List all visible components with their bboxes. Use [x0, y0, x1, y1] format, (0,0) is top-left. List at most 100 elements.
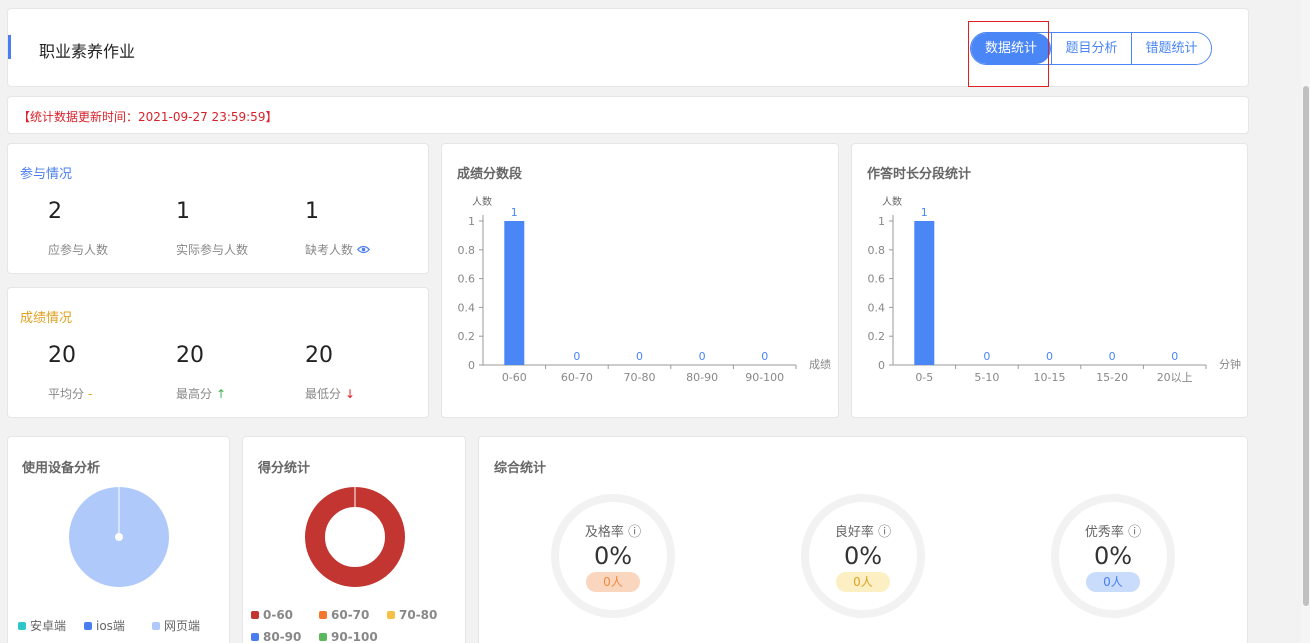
y-axis-title: 人数 [882, 195, 902, 208]
tab-wrong-questions[interactable]: 错题统计 [1131, 33, 1211, 64]
y-tick-label: 0.6 [868, 273, 886, 286]
legend-label: 80-90 [263, 630, 302, 643]
expected-label: 应参与人数 [48, 243, 109, 257]
bar-value-label: 1 [921, 206, 928, 219]
device-pie-chart [69, 487, 169, 587]
excellent-count-badge: 0人 [1086, 572, 1140, 592]
tab-question-analysis[interactable]: 题目分析 [1051, 33, 1131, 64]
highest-score: 20 [176, 343, 204, 368]
legend-0-60[interactable]: 0-60 [251, 608, 293, 622]
good-rate-label-wrap: 良好率 ⓘ [798, 521, 928, 540]
legend-swatch [152, 622, 160, 630]
legend-swatch [319, 633, 327, 641]
x-tick-label: 90-100 [745, 371, 784, 384]
legend-80-90[interactable]: 80-90 [251, 630, 301, 643]
update-notice: 【统计数据更新时间：2021-09-27 23:59:59】 [7, 96, 1249, 134]
pass-rate-value: 0% [593, 542, 633, 570]
y-tick-label: 0.2 [868, 330, 886, 343]
absent-label: 缺考人数 [305, 243, 354, 257]
absent-count: 1 [305, 199, 319, 224]
legend-label: ios端 [96, 619, 125, 633]
y-tick-label: 0.8 [868, 244, 886, 257]
lowest-score: 20 [305, 343, 333, 368]
score-range-card: 成绩分数段 人数 0 0.2 0.4 0.6 0.8 1 1 0-60 0 60-70 0 70-80 0… [441, 143, 839, 418]
legend-swatch [251, 633, 259, 641]
device-title: 使用设备分析 [22, 461, 101, 476]
legend-90-100[interactable]: 90-100 [319, 630, 378, 643]
page-title: 职业素养作业 [39, 42, 136, 61]
scrollbar-thumb[interactable] [1303, 86, 1309, 606]
bar-value-label: 0 [636, 350, 643, 363]
excellent-rate-label-wrap: 优秀率 ⓘ [1048, 521, 1178, 540]
score-range-chart: 人数 0 0.2 0.4 0.6 0.8 1 1 0-60 0 60-70 0 70-80 0 80-90 0… [458, 195, 832, 384]
y-tick-label: 1 [468, 215, 475, 228]
bar-value-label: 0 [983, 350, 990, 363]
x-tick-label: 20以上 [1157, 371, 1193, 384]
pass-rate-label-wrap: 及格率 ⓘ [548, 521, 678, 540]
highest-label: 最高分 [176, 387, 213, 401]
legend-label: 安卓端 [30, 619, 67, 633]
pass-rate-ring: 及格率 ⓘ 0% 0人 [548, 491, 678, 621]
pass-rate-label: 及格率 [584, 525, 624, 540]
bar-value-label: 0 [761, 350, 768, 363]
header-card: 职业素养作业 数据统计 题目分析 错题统计 [7, 8, 1249, 87]
expected-count: 2 [48, 199, 62, 224]
good-count-badge: 0人 [836, 572, 890, 592]
x-tick-label: 60-70 [561, 371, 593, 384]
eye-icon[interactable] [356, 243, 371, 257]
bar-0-60 [504, 221, 525, 365]
y-tick-label: 0.4 [868, 301, 886, 314]
x-axis-title: 成绩 [809, 358, 831, 371]
title-accent-bar [8, 35, 11, 59]
dash-icon: - [88, 387, 93, 401]
arrow-up-icon: ↑ [216, 387, 227, 401]
y-tick-label: 0.8 [458, 244, 476, 257]
lowest-label: 最低分 [305, 387, 342, 401]
participation-card: 参与情况 2 应参与人数 1 实际参与人数 1 缺考人数 [7, 143, 429, 274]
legend-swatch [18, 622, 26, 630]
x-tick-label: 70-80 [624, 371, 656, 384]
y-tick-label: 0.4 [458, 301, 476, 314]
duration-title: 作答时长分段统计 [867, 167, 972, 182]
bar-value-label: 0 [1171, 350, 1178, 363]
x-tick-label: 10-15 [1034, 371, 1066, 384]
info-icon[interactable]: ⓘ [628, 525, 641, 540]
actual-count: 1 [176, 199, 190, 224]
legend-android[interactable]: 安卓端 [18, 617, 66, 634]
donut-slice-0-60[interactable] [305, 487, 405, 587]
legend-swatch [387, 611, 395, 619]
summary-card: 综合统计 及格率 ⓘ 0% 0人 良好率 ⓘ 0% 0人 优秀率 ⓘ 0% 0人 [478, 436, 1248, 643]
absent-label-wrap: 缺考人数 [305, 241, 371, 258]
bar-0-5 [914, 221, 935, 365]
scores-card: 成绩情况 20 平均分 - 20 最高分 ↑ 20 最低分 ↓ [7, 287, 429, 418]
info-icon[interactable]: ⓘ [878, 525, 891, 540]
x-tick-label: 5-10 [974, 371, 999, 384]
y-tick-label: 0 [878, 359, 885, 372]
legend-web[interactable]: 网页端 [152, 617, 200, 634]
lowest-label-wrap: 最低分 ↓ [305, 385, 355, 402]
legend-label: 网页端 [164, 619, 201, 633]
score-stats-title: 得分统计 [258, 461, 311, 476]
legend-swatch [251, 611, 259, 619]
good-rate-ring: 良好率 ⓘ 0% 0人 [798, 491, 928, 621]
view-tabs: 数据统计 题目分析 错题统计 [970, 32, 1212, 65]
x-tick-label: 15-20 [1096, 371, 1128, 384]
legend-60-70[interactable]: 60-70 [319, 608, 369, 622]
y-tick-label: 0 [468, 359, 475, 372]
bar-value-label: 0 [1109, 350, 1116, 363]
y-tick-label: 0.2 [458, 330, 476, 343]
tab-data-stats[interactable]: 数据统计 [971, 33, 1051, 64]
legend-label: 70-80 [399, 608, 438, 622]
bar-value-label: 0 [573, 350, 580, 363]
excellent-rate-label: 优秀率 [1084, 525, 1124, 540]
participation-title: 参与情况 [20, 167, 73, 182]
x-tick-label: 0-60 [502, 371, 527, 384]
y-axis-title: 人数 [472, 195, 492, 208]
update-time-text: 【统计数据更新时间：2021-09-27 23:59:59】 [18, 110, 278, 124]
info-icon[interactable]: ⓘ [1128, 525, 1141, 540]
legend-ios[interactable]: ios端 [84, 617, 125, 634]
page-scrollbar[interactable] [1301, 0, 1310, 643]
pass-count-badge: 0人 [586, 572, 640, 592]
x-axis-title: 分钟 [1219, 357, 1241, 371]
legend-70-80[interactable]: 70-80 [387, 608, 437, 622]
